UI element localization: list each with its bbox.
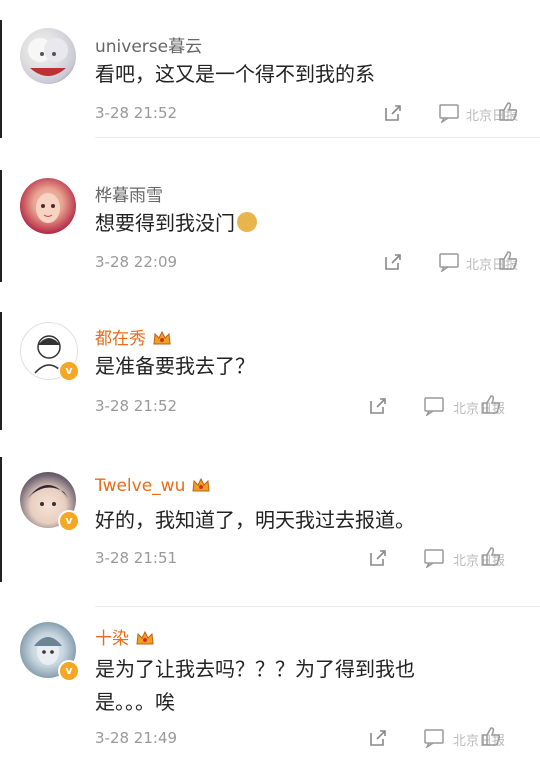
comment-text-line: 想要得到我没门 [95, 211, 235, 235]
doge-emoji-icon [237, 212, 257, 232]
username[interactable]: 桦暮雨雪 [95, 181, 163, 206]
comment-card: universe暮云 看吧，这又是一个得不到我的系 3-28 21:52 北京日… [0, 0, 540, 150]
comment-icon[interactable] [423, 396, 447, 416]
vip-crown-icon [153, 330, 171, 345]
card-edge [0, 312, 2, 430]
username[interactable]: 都在秀 [95, 324, 172, 349]
username-text: 十染 [95, 629, 129, 649]
username[interactable]: 十染 [95, 624, 155, 649]
like-icon[interactable] [480, 545, 502, 567]
share-icon[interactable] [383, 103, 403, 123]
comment-icon[interactable] [438, 103, 462, 123]
vip-crown-icon [192, 477, 210, 492]
like-icon[interactable] [480, 393, 502, 415]
comment-card: 桦暮雨雪 想要得到我没门 3-28 22:09 北京日报 [0, 160, 540, 295]
share-icon[interactable] [383, 252, 403, 272]
share-icon[interactable] [368, 548, 388, 568]
comment-icon[interactable] [423, 728, 447, 748]
avatar[interactable] [20, 28, 76, 84]
verified-badge-icon: v [58, 510, 80, 532]
username[interactable]: universe暮云 [95, 32, 202, 57]
verified-badge-icon: v [58, 660, 80, 682]
verified-badge-icon: v [58, 360, 80, 382]
like-icon[interactable] [480, 725, 502, 747]
card-edge [0, 20, 2, 138]
vip-crown-icon [136, 630, 154, 645]
comment-text-line: 是为了让我去吗？？？为了得到我也 [95, 657, 415, 681]
comment-text: 看吧，这又是一个得不到我的系 [95, 62, 375, 86]
card-edge [0, 170, 2, 282]
comment-time: 3-28 21:51 [95, 549, 178, 567]
comment-text: 想要得到我没门 [95, 207, 257, 240]
comment-card: v Twelve_wu 好的，我知道了，明天我过去报道。 3-28 21:51 … [0, 452, 540, 587]
username-text: 都在秀 [95, 329, 146, 349]
comment-card: v 都在秀 是准备要我去了？ 3-28 21:52 北京日报 [0, 300, 540, 435]
comment-time: 3-28 21:49 [95, 729, 178, 747]
divider [95, 137, 540, 138]
comment-text: 是准备要我去了？ [95, 354, 255, 378]
comment-time: 3-28 22:09 [95, 253, 178, 271]
card-edge [0, 457, 2, 582]
comment-card: v 十染 是为了让我去吗？？？为了得到我也 是。。。唉 3-28 21:49 北… [0, 600, 540, 763]
comment-time: 3-28 21:52 [95, 104, 178, 122]
comment-icon[interactable] [423, 548, 447, 568]
comment-text-line: 是。。。唉 [95, 690, 175, 714]
username-text: Twelve_wu [95, 476, 186, 496]
divider [95, 606, 540, 607]
comment-text: 好的，我知道了，明天我过去报道。 [95, 508, 415, 532]
avatar[interactable] [20, 178, 76, 234]
share-icon[interactable] [368, 396, 388, 416]
username[interactable]: Twelve_wu [95, 476, 211, 496]
like-icon[interactable] [497, 249, 519, 271]
share-icon[interactable] [368, 728, 388, 748]
comment-time: 3-28 21:52 [95, 397, 178, 415]
like-icon[interactable] [497, 100, 519, 122]
comment-icon[interactable] [438, 252, 462, 272]
